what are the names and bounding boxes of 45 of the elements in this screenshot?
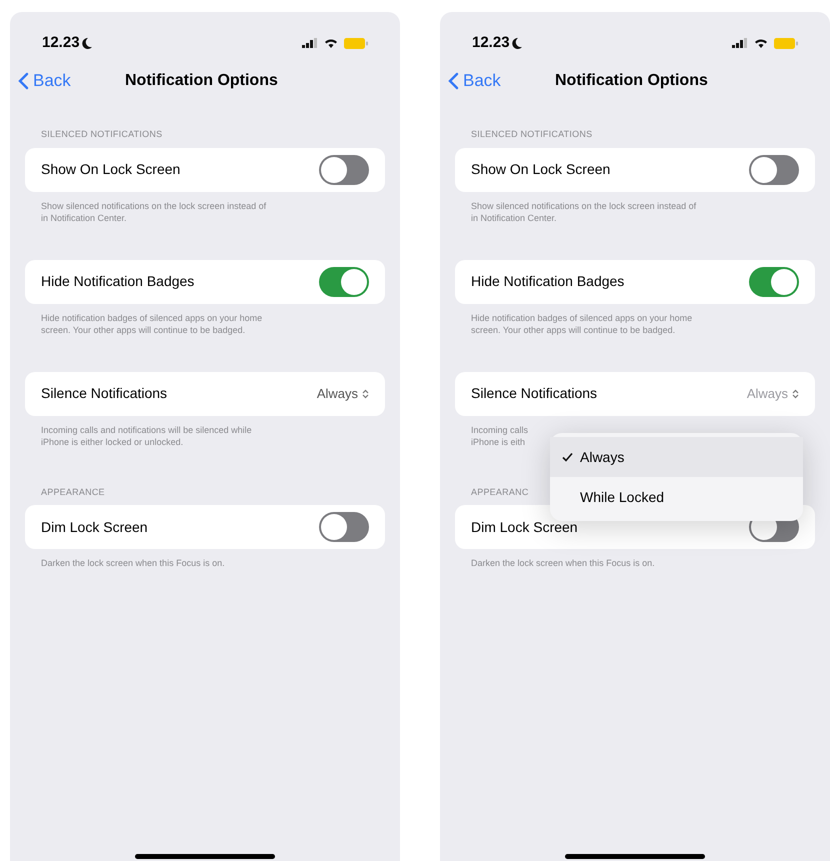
up-down-chevron-icon <box>362 388 369 398</box>
footer-text: Hide notification badges of silenced apps on your home screen. Your other apps will continue to be badged. <box>40 312 264 336</box>
screen-title: Notification Options <box>125 71 278 91</box>
screen-title: Notification Options <box>555 71 708 91</box>
row-label: Silence Notifications <box>471 384 598 403</box>
toggle-switch[interactable] <box>319 266 369 296</box>
menu-item[interactable]: Always <box>550 437 803 477</box>
section-header: SILENCED NOTIFICATIONS <box>471 128 592 141</box>
chevron-left-icon <box>18 72 29 90</box>
moon-icon <box>512 38 522 48</box>
footer-text: Darken the lock screen when this Focus is on. <box>470 557 656 569</box>
footer-text: Incoming calls and notifications will be silenced while iPhone is either locked or unlocked. <box>40 424 253 448</box>
row-label: Show On Lock Screen <box>41 160 180 179</box>
section-header: APPEARANC <box>471 486 529 498</box>
wifi-icon <box>754 38 768 48</box>
moon-icon <box>82 38 92 48</box>
wifi-icon <box>324 38 338 48</box>
battery-icon <box>774 38 798 48</box>
chevron-left-icon <box>448 72 459 90</box>
checkmark-icon <box>562 452 573 462</box>
signal-icon <box>732 38 748 48</box>
footer-text: Show silenced notifications on the lock screen instead of in Notification Center. <box>470 200 698 224</box>
footer-text: Incoming calls iPhone is eith <box>470 424 530 448</box>
section-header: SILENCED NOTIFICATIONS <box>41 128 162 141</box>
section-header: APPEARANCE <box>41 486 105 498</box>
status-time: 12.23 <box>472 32 510 53</box>
row-label: Dim Lock Screen <box>41 518 148 536</box>
toggle-switch[interactable] <box>319 512 369 542</box>
status-time: 12.23 <box>42 32 80 53</box>
toggle-switch[interactable] <box>319 154 369 184</box>
row-label: Dim Lock Screen <box>471 518 578 536</box>
battery-icon <box>344 38 368 48</box>
value-picker[interactable]: Always <box>316 384 369 404</box>
toggle-switch[interactable] <box>749 266 799 296</box>
signal-icon <box>302 38 318 48</box>
row-label: Hide Notification Badges <box>41 272 194 291</box>
row-label: Show On Lock Screen <box>471 160 610 179</box>
row-label: Hide Notification Badges <box>471 272 624 291</box>
up-down-chevron-icon <box>792 388 799 398</box>
toggle-switch[interactable] <box>749 154 799 184</box>
row-label: Silence Notifications <box>41 384 168 403</box>
menu-item[interactable]: While Locked <box>550 477 803 517</box>
footer-text: Hide notification badges of silenced apps on your home screen. Your other apps will continue to be badged. <box>470 312 694 336</box>
footer-text: Darken the lock screen when this Focus is on. <box>40 557 226 569</box>
footer-text: Show silenced notifications on the lock screen instead of in Notification Center. <box>40 200 268 224</box>
